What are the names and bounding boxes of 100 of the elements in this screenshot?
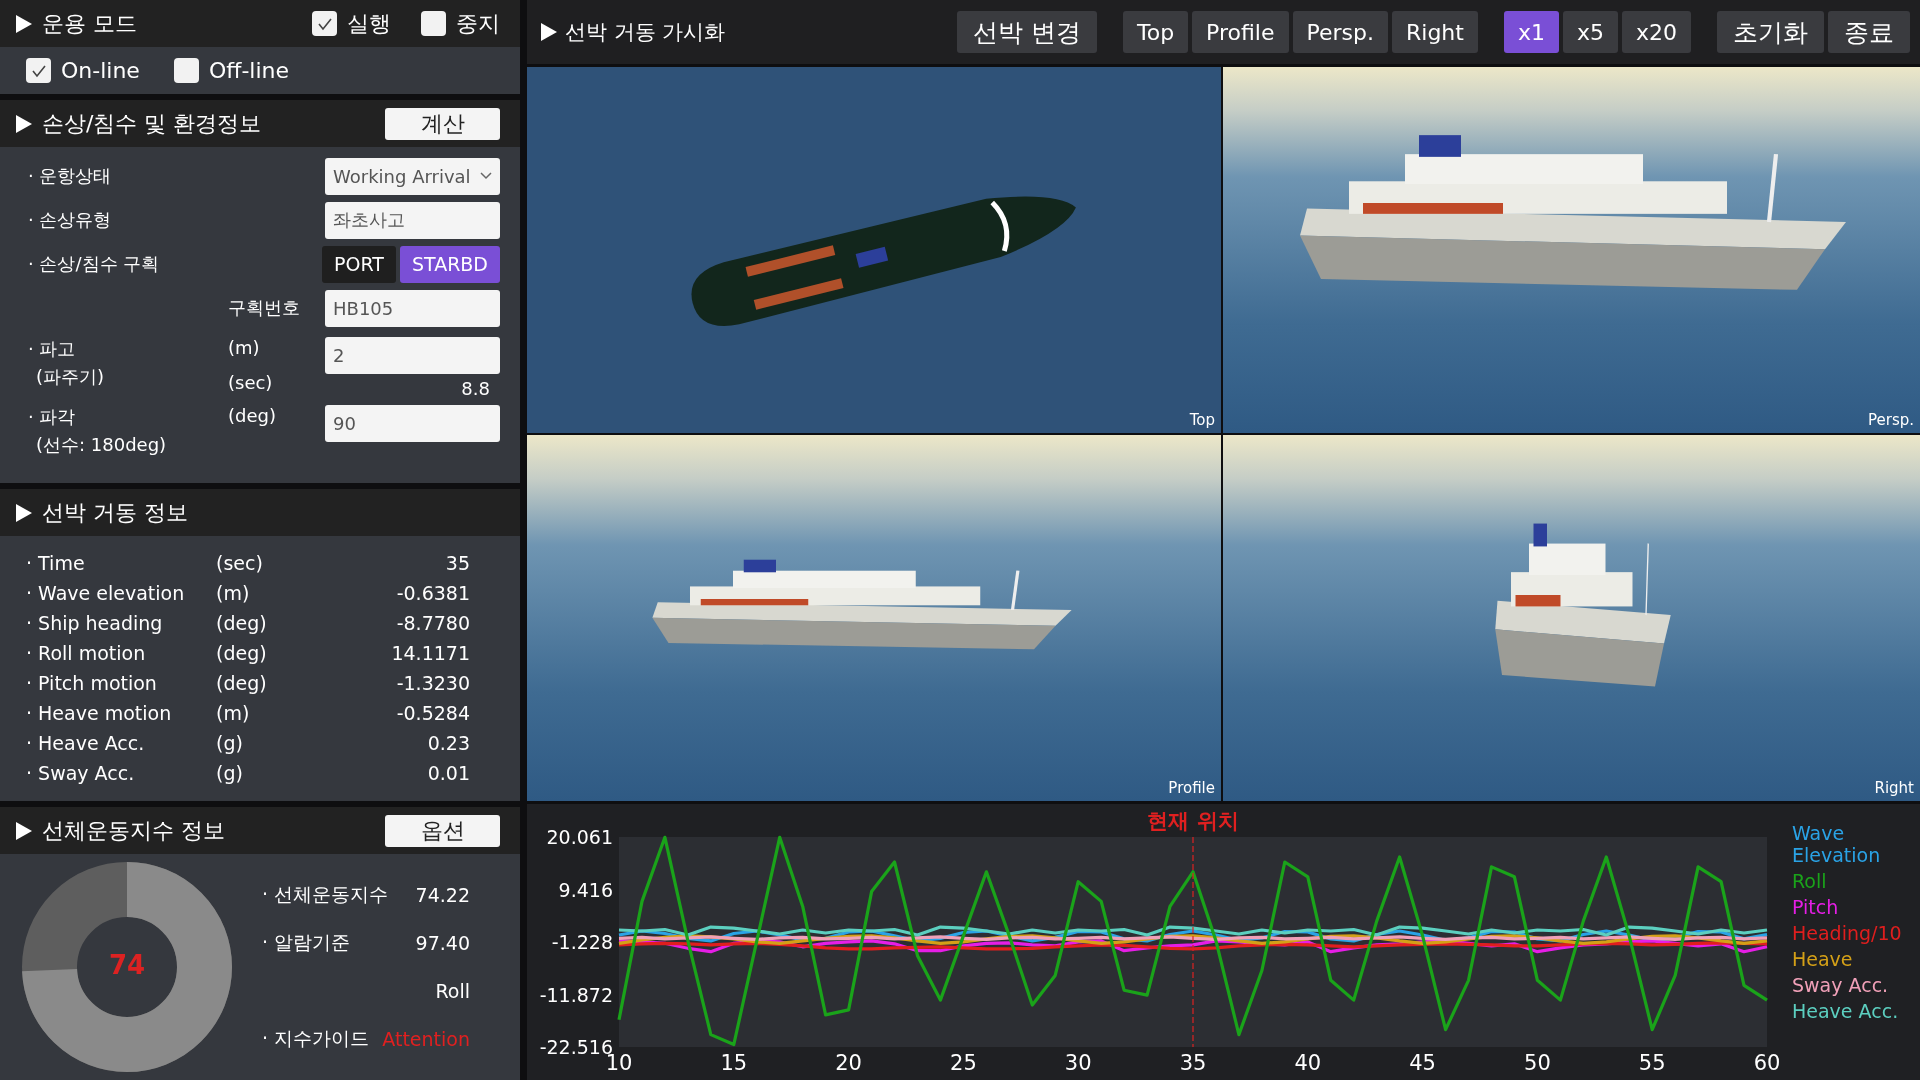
legend-label: Heading/10 xyxy=(1792,922,1903,944)
caret-icon xyxy=(480,172,492,180)
change-ship-button[interactable]: 선박 변경 xyxy=(957,11,1097,53)
triangle-icon xyxy=(16,503,32,522)
legend-label: Heave xyxy=(1792,948,1854,970)
field-label: · 운항상태 xyxy=(28,164,113,188)
row-value: -0.6381 xyxy=(395,582,470,604)
row-value: 0.01 xyxy=(426,762,470,784)
index-label: · 지수가이드 xyxy=(262,1026,370,1051)
current-position-label: 현재 위치 xyxy=(1147,809,1239,833)
triangle-icon xyxy=(16,14,32,33)
row-value: 0.23 xyxy=(426,732,470,754)
unit-label: (deg) xyxy=(216,642,268,664)
row-value: 14.1171 xyxy=(390,642,470,664)
x-tick-label: 55 xyxy=(1638,1051,1666,1075)
checkbox-label: Off-line xyxy=(208,58,290,83)
field-sublabel: (파주기) xyxy=(35,365,106,389)
checkbox-label: 중지 xyxy=(456,9,500,38)
unit-label: (deg) xyxy=(216,612,268,634)
row-label: · Roll motion xyxy=(26,642,147,664)
checkbox-label: On-line xyxy=(61,58,140,83)
row-label: · Ship heading xyxy=(26,612,164,634)
index-label: · 알람기준 xyxy=(262,930,351,955)
gauge-value: 74 xyxy=(107,950,147,980)
x-tick-label: 60 xyxy=(1753,1051,1781,1075)
unit-label: (sec) xyxy=(228,372,274,393)
section-title: 선체운동지수 정보 xyxy=(42,816,226,845)
exit-button[interactable]: 종료 xyxy=(1828,11,1910,53)
checkbox-label: 실행 xyxy=(347,9,391,38)
row-label: · Heave motion xyxy=(26,702,173,724)
row-value: 35 xyxy=(444,552,470,574)
field-label: · 손상유형 xyxy=(28,208,113,232)
field-label: · 파고 xyxy=(28,337,77,361)
index-value: 97.40 xyxy=(415,932,470,954)
viewport-label: Right xyxy=(1874,779,1914,797)
options-button[interactable]: 옵션 xyxy=(385,814,500,847)
x-tick-label: 15 xyxy=(720,1051,748,1075)
checkbox[interactable] xyxy=(26,58,51,83)
input-field[interactable]: 2 xyxy=(325,337,500,374)
unit-label: (deg) xyxy=(228,405,277,426)
side-toggle[interactable]: STARBD xyxy=(399,245,500,283)
x-tick-label: 20 xyxy=(835,1051,862,1075)
legend-label: Pitch xyxy=(1792,896,1840,918)
row-label: · Wave elevation xyxy=(26,582,186,604)
field-sublabel: (선수: 180deg) xyxy=(35,433,168,457)
index-value: Attention xyxy=(382,1028,470,1050)
section-title: 손상/침수 및 환경정보 xyxy=(42,109,263,138)
row-label: · Time xyxy=(26,552,86,574)
index-value: Roll xyxy=(435,980,470,1002)
unit-label: (g) xyxy=(216,732,244,754)
speed-button[interactable]: x20 xyxy=(1622,11,1691,53)
view-button[interactable]: Profile xyxy=(1192,11,1289,53)
period-value: 8.8 xyxy=(460,378,491,399)
reset-button[interactable]: 초기화 xyxy=(1717,11,1824,53)
unit-label: (deg) xyxy=(216,672,268,694)
row-value: -8.7780 xyxy=(395,612,470,634)
checkbox[interactable] xyxy=(173,58,199,83)
index-label: · 선체운동지수 xyxy=(262,882,389,907)
speed-button[interactable]: x5 xyxy=(1562,11,1618,53)
row-value: -1.3230 xyxy=(395,672,470,694)
legend-label: Sway Acc. xyxy=(1792,974,1890,996)
field-label: · 파각 xyxy=(28,405,77,429)
y-tick-label: 9.416 xyxy=(558,878,613,901)
triangle-icon xyxy=(541,23,557,41)
section-title: 선박 거동 정보 xyxy=(42,498,189,527)
unit-label: (m) xyxy=(216,702,251,724)
legend-label: Wave Elevation xyxy=(1792,822,1882,866)
unit-label: (sec) xyxy=(216,552,264,574)
view-button[interactable]: Top xyxy=(1122,11,1189,53)
x-tick-label: 50 xyxy=(1524,1051,1551,1075)
unit-label: (m) xyxy=(228,337,261,358)
viewport-label: Profile xyxy=(1168,779,1215,797)
x-tick-label: 25 xyxy=(950,1051,977,1075)
index-value: 74.22 xyxy=(415,884,470,906)
calculate-button[interactable]: 계산 xyxy=(385,107,500,140)
unit-label: (m) xyxy=(216,582,251,604)
status-dropdown[interactable]: Working Arrival xyxy=(325,157,500,195)
legend-label: Roll xyxy=(1792,870,1828,892)
view-button[interactable]: Persp. xyxy=(1292,11,1388,53)
input-field[interactable]: HB105 xyxy=(325,289,500,327)
checkbox[interactable] xyxy=(312,11,337,36)
x-tick-label: 40 xyxy=(1294,1051,1322,1075)
row-label: · Pitch motion xyxy=(26,672,158,694)
speed-button[interactable]: x1 xyxy=(1503,11,1559,53)
unit-label: (g) xyxy=(216,762,244,784)
y-tick-label: -1.228 xyxy=(551,931,613,953)
checkbox[interactable] xyxy=(421,11,446,36)
view-button[interactable]: Right xyxy=(1392,11,1478,53)
field-label: · 손상/침수 구획 xyxy=(28,252,161,276)
y-tick-label: 20.061 xyxy=(546,826,613,848)
x-tick-label: 45 xyxy=(1409,1051,1436,1075)
row-value: -0.5284 xyxy=(395,702,470,724)
triangle-icon xyxy=(16,114,32,133)
x-tick-label: 35 xyxy=(1179,1051,1207,1075)
viewport-label: Top xyxy=(1189,411,1215,429)
x-tick-label: 30 xyxy=(1064,1051,1092,1075)
triangle-icon xyxy=(16,821,32,840)
side-toggle[interactable]: PORT xyxy=(322,245,396,283)
input-field[interactable]: 90 xyxy=(325,405,500,442)
input-field[interactable]: 좌초사고 xyxy=(325,201,500,239)
